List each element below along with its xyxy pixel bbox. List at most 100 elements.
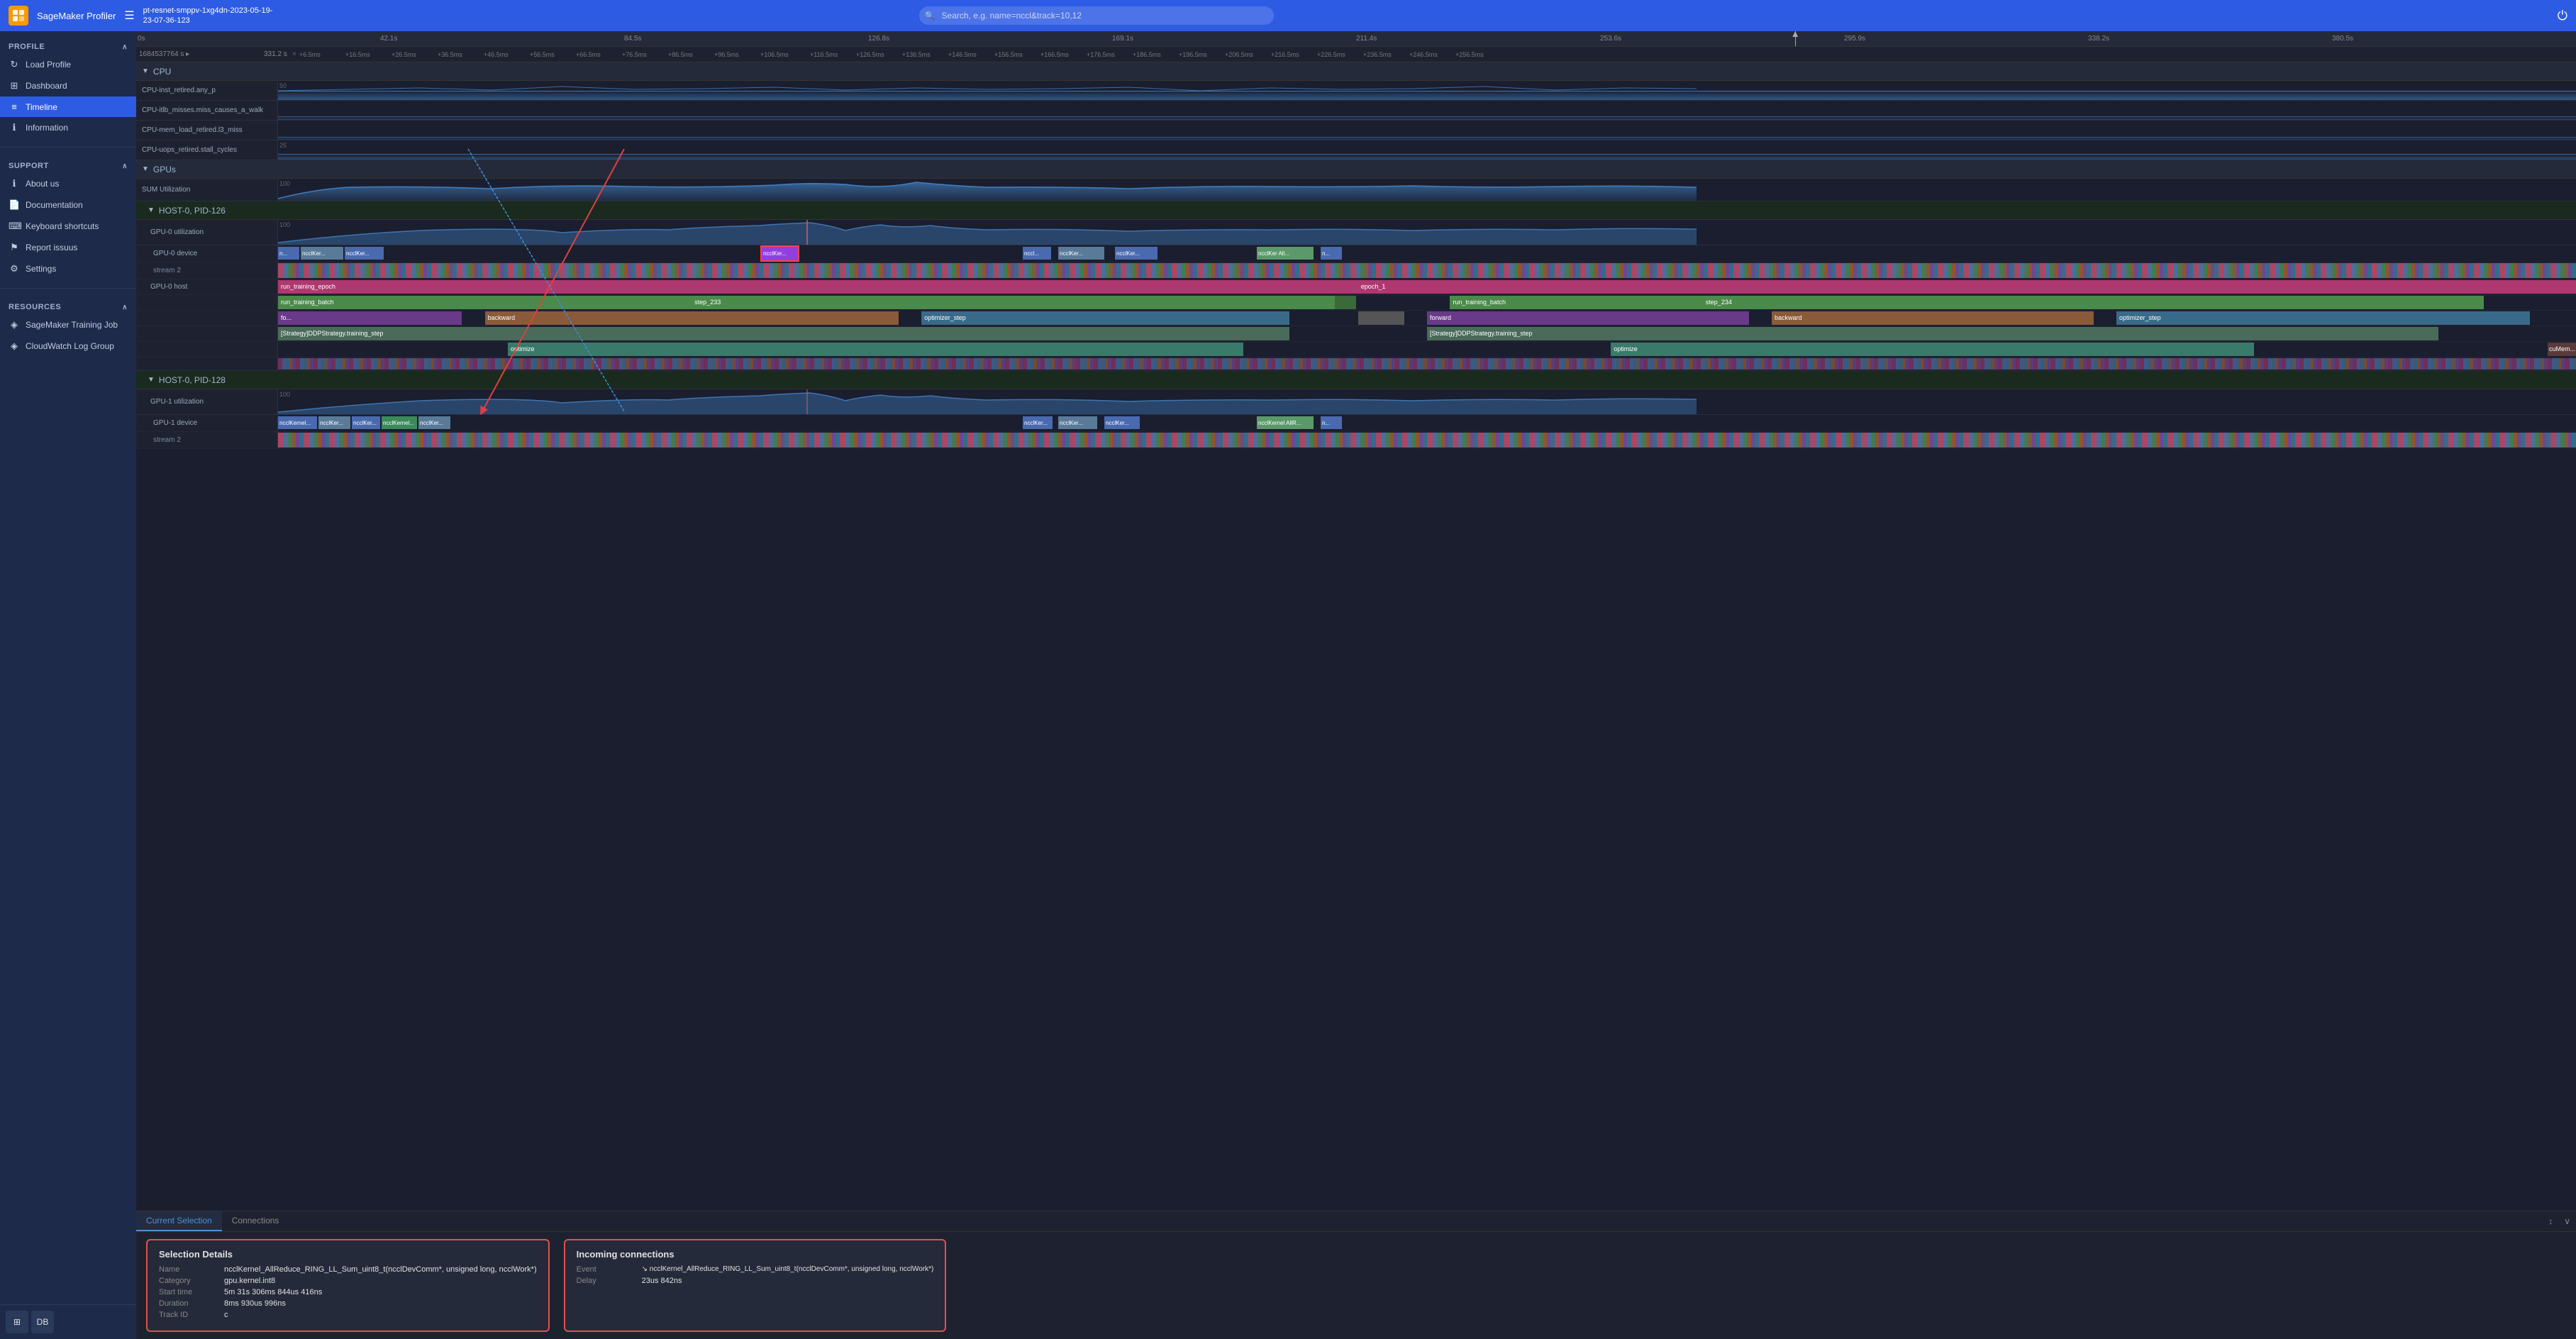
support-section-header: Support ∧ bbox=[0, 156, 136, 173]
gpu0-host-opt-spacer bbox=[136, 342, 278, 357]
gpu0-host-fwd-spacer bbox=[136, 311, 278, 326]
detail-name-label: Name bbox=[159, 1265, 216, 1274]
tick-0s: 0s bbox=[138, 35, 145, 43]
cpu-section-header[interactable]: ▼ CPU bbox=[136, 62, 2576, 81]
incoming-event-label: Event bbox=[577, 1265, 633, 1274]
gpu0-host-ddp-content[interactable]: [Strategy]DDPStrategy.training_step [Str… bbox=[278, 326, 2576, 341]
sidebar-item-documentation[interactable]: 📄 Documentation bbox=[0, 194, 136, 216]
tick-253s: 253.6s bbox=[1600, 35, 1621, 43]
cpu-label: CPU bbox=[153, 67, 171, 77]
gpu0-util-content[interactable]: 100 bbox=[278, 220, 2576, 245]
zoom-out-icon[interactable]: ↕ bbox=[2543, 1211, 2558, 1231]
selection-panel: Current Selection Connections ↕ ∨ Select… bbox=[136, 1211, 2576, 1339]
gpu0-host-step-content[interactable]: run_training_batch run_training_batch st… bbox=[278, 295, 2576, 310]
gpu1-stream1-content[interactable]: ncclKernel... ncclKer... ncclKer... nccl… bbox=[278, 415, 2576, 431]
host0-section-header[interactable]: ▼ HOST-0, PID-126 bbox=[136, 201, 2576, 220]
tracks-scroll[interactable]: ▼ CPU CPU-inst_retired.any_p 50 bbox=[136, 62, 2576, 1211]
gpu0-host-run-training-content[interactable]: run_training_epoch epoch_1 bbox=[278, 279, 2576, 294]
scale-25: 25 bbox=[279, 142, 287, 149]
sidebar-item-sagemaker-training[interactable]: ◈ SageMaker Training Job bbox=[0, 314, 136, 335]
profile-section-header: Profile ∧ bbox=[0, 37, 136, 54]
dashboard-icon: ⊞ bbox=[9, 80, 20, 91]
host0-collapse[interactable]: ▼ bbox=[148, 206, 155, 214]
host1-section-header[interactable]: ▼ HOST-0, PID-128 bbox=[136, 371, 2576, 389]
search-input[interactable] bbox=[919, 6, 1274, 25]
sidebar-item-load-profile[interactable]: ↻ Load Profile bbox=[0, 54, 136, 75]
settings-icon: ⚙ bbox=[9, 263, 20, 274]
cpu-track-content-4[interactable]: 25 bbox=[278, 140, 2576, 160]
gpu0-host-step-spacer bbox=[136, 295, 278, 310]
gpu0-host-fwd-content[interactable]: fo... backward optimizer_step forward ba… bbox=[278, 311, 2576, 326]
app-title: SageMaker Profiler bbox=[37, 11, 116, 21]
gpu0-util-label: GPU-0 utilization bbox=[136, 220, 278, 245]
detail-start-row: Start time 5m 31s 306ms 844us 416ns bbox=[159, 1288, 537, 1296]
cpu-track-label-4: CPU-uops_retired.stall_cycles bbox=[136, 140, 278, 160]
detail-track-label: Track ID bbox=[159, 1311, 216, 1319]
tab-connections[interactable]: Connections bbox=[222, 1211, 289, 1231]
cpu-track-uops: CPU-uops_retired.stall_cycles 25 bbox=[136, 140, 2576, 160]
host1-collapse[interactable]: ▼ bbox=[148, 376, 155, 384]
sidebar-item-information[interactable]: ℹ Information bbox=[0, 117, 136, 138]
sidebar-btn-2[interactable]: DB bbox=[31, 1311, 54, 1333]
gpu0-host-label: GPU-0 host bbox=[136, 279, 278, 294]
gpu1-device-stream1: GPU-1 device ncclKernel... ncclKer... nc… bbox=[136, 415, 2576, 432]
gpu0-host-row-step: run_training_batch run_training_batch st… bbox=[136, 295, 2576, 311]
gpu0-host-opt-content[interactable]: optimize optimize cuMem... bbox=[278, 342, 2576, 357]
documentation-icon: 📄 bbox=[9, 199, 20, 211]
sidebar-item-report-issues[interactable]: ⚑ Report issuus bbox=[0, 237, 136, 258]
profile-section-chevron[interactable]: ∧ bbox=[122, 43, 128, 51]
tick-338s: 338.2s bbox=[2088, 35, 2109, 43]
information-icon: ℹ bbox=[9, 122, 20, 133]
detail-duration-value: 8ms 930us 996ns bbox=[224, 1299, 286, 1308]
host0-label: HOST-0, PID-126 bbox=[159, 206, 226, 216]
sidebar-btn-1[interactable]: ⊞ bbox=[6, 1311, 28, 1333]
incoming-event-value: ↘ ncclKernel_AllReduce_RING_LL_Sum_uint8… bbox=[642, 1265, 934, 1274]
cpu-track-itlb: CPU-itlb_misses.miss_causes_a_walk bbox=[136, 101, 2576, 121]
cpu-track-mem-load: CPU-mem_load_retired.l3_miss bbox=[136, 121, 2576, 140]
gpu0-host-row-optimize: optimize optimize cuMem... bbox=[136, 342, 2576, 357]
expand-icon[interactable]: ∨ bbox=[2558, 1211, 2576, 1231]
selection-details-title: Selection Details bbox=[159, 1249, 537, 1260]
sidebar-item-keyboard-shortcuts[interactable]: ⌨ Keyboard shortcuts bbox=[0, 216, 136, 237]
sidebar-item-dashboard[interactable]: ⊞ Dashboard bbox=[0, 75, 136, 96]
gpu0-host-row-ddp: [Strategy]DDPStrategy.training_step [Str… bbox=[136, 326, 2576, 342]
gpu0-device-stream1: GPU-0 device n... ncclKer... ncclKer... … bbox=[136, 245, 2576, 262]
menu-icon[interactable]: ☰ bbox=[124, 9, 134, 23]
gpu-section-header[interactable]: ▼ GPUs bbox=[136, 160, 2576, 179]
secondary-time-ruler: 1684537764 s ▸ 331.2 s × +6.5ms +16.5ms … bbox=[136, 47, 2576, 62]
gpu0-host-row-run-training: GPU-0 host run_training_epoch epoch_1 bbox=[136, 279, 2576, 295]
sidebar: Profile ∧ ↻ Load Profile ⊞ Dashboard ≡ T… bbox=[0, 31, 136, 1339]
power-icon[interactable]: ⏻ bbox=[2558, 9, 2567, 23]
gpu-collapse[interactable]: ▼ bbox=[142, 165, 149, 173]
gpu0-stream1-content[interactable]: n... ncclKer... ncclKer... ncclKer... nc… bbox=[278, 245, 2576, 262]
resources-section-chevron[interactable]: ∧ bbox=[122, 304, 128, 311]
sidebar-item-timeline[interactable]: ≡ Timeline bbox=[0, 96, 136, 117]
cpu-track-content-2[interactable] bbox=[278, 101, 2576, 120]
gpu1-stream2-content[interactable] bbox=[278, 432, 2576, 448]
sidebar-item-about-us[interactable]: ℹ About us bbox=[0, 173, 136, 194]
gpu1-util-label: GPU-1 utilization bbox=[136, 389, 278, 414]
selection-content: Selection Details Name ncclKernel_AllRed… bbox=[136, 1232, 2576, 1339]
gpu1-stream2-label: stream 2 bbox=[136, 432, 278, 448]
time-ruler: 0s 42.1s 84.5s 126.8s 169.1s 211.4s 253.… bbox=[136, 31, 2576, 47]
detail-category-row: Category gpu.kernel.int8 bbox=[159, 1277, 537, 1285]
detail-name-row: Name ncclKernel_AllReduce_RING_LL_Sum_ui… bbox=[159, 1265, 537, 1274]
detail-start-value: 5m 31s 306ms 844us 416ns bbox=[224, 1288, 322, 1296]
gpu1-util-content[interactable]: 100 bbox=[278, 389, 2576, 414]
gpu0-host-dense-content[interactable] bbox=[278, 357, 2576, 370]
cpu-track-content-1[interactable]: 50 bbox=[278, 81, 2576, 100]
cpu-track-inst-retired: CPU-inst_retired.any_p 50 bbox=[136, 81, 2576, 101]
tab-current-selection[interactable]: Current Selection bbox=[136, 1211, 222, 1231]
gpu0-stream2-content[interactable] bbox=[278, 262, 2576, 279]
detail-start-label: Start time bbox=[159, 1288, 216, 1296]
sidebar-item-cloudwatch[interactable]: ◈ CloudWatch Log Group bbox=[0, 335, 136, 357]
support-section-chevron[interactable]: ∧ bbox=[122, 162, 128, 170]
cpu-track-content-3[interactable] bbox=[278, 121, 2576, 140]
search-bar[interactable] bbox=[919, 6, 1274, 25]
detail-duration-label: Duration bbox=[159, 1299, 216, 1308]
cpu-collapse[interactable]: ▼ bbox=[142, 67, 149, 75]
gpu0-device-label: GPU-0 device bbox=[136, 245, 278, 262]
sum-util-content[interactable]: 100 bbox=[278, 179, 2576, 201]
sidebar-item-settings[interactable]: ⚙ Settings bbox=[0, 258, 136, 279]
cpu-track-label-2: CPU-itlb_misses.miss_causes_a_walk bbox=[136, 101, 278, 120]
